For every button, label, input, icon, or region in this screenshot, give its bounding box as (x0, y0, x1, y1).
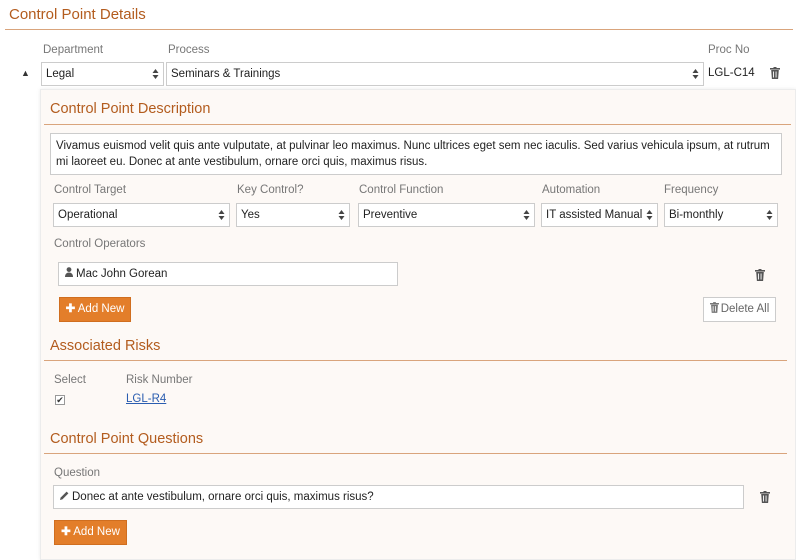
risks-divider (44, 360, 787, 361)
add-operator-button[interactable]: ✚ Add New (59, 297, 131, 322)
key-control-value: Yes (241, 209, 260, 221)
control-target-select[interactable]: Operational (53, 203, 230, 227)
automation-value: IT assisted Manual (546, 209, 643, 221)
questions-title: Control Point Questions (50, 431, 204, 447)
user-icon (65, 263, 73, 285)
delete-operator-icon[interactable] (755, 269, 765, 284)
department-select-value: Legal (46, 68, 75, 80)
operator-input[interactable]: Mac John Gorean (58, 262, 398, 286)
collapse-toggle-icon[interactable]: ▲ (21, 68, 30, 78)
delete-all-label: Delete All (720, 303, 770, 315)
risk-number-column-label: Risk Number (126, 374, 193, 386)
automation-label: Automation (542, 184, 601, 196)
control-function-label: Control Function (359, 184, 444, 196)
delete-control-point-icon[interactable] (770, 67, 780, 82)
control-target-label: Control Target (54, 184, 127, 196)
select-arrows-icon (523, 209, 530, 221)
department-label: Department (43, 44, 104, 56)
process-label: Process (168, 44, 210, 56)
add-question-label: Add New (73, 526, 120, 538)
select-arrows-icon (338, 209, 345, 221)
key-control-label: Key Control? (237, 184, 304, 196)
control-function-select[interactable]: Preventive (358, 203, 535, 227)
frequency-label: Frequency (664, 184, 719, 196)
process-select-value: Seminars & Trainings (171, 68, 281, 80)
frequency-select[interactable]: Bi-monthly (664, 203, 778, 227)
proc-no-label: Proc No (708, 44, 750, 56)
process-select[interactable]: Seminars & Trainings (166, 62, 704, 86)
description-text: Vivamus euismod velit quis ante vulputat… (56, 140, 770, 168)
select-column-label: Select (54, 374, 86, 386)
description-title: Control Point Description (50, 101, 211, 117)
page-title: Control Point Details (9, 6, 146, 23)
description-divider (44, 124, 791, 125)
key-control-select[interactable]: Yes (236, 203, 350, 227)
description-textarea[interactable]: Vivamus euismod velit quis ante vulputat… (50, 133, 782, 175)
trash-icon (709, 299, 719, 322)
frequency-value: Bi-monthly (669, 209, 724, 221)
select-arrows-icon (766, 209, 773, 221)
plus-icon: ✚ (61, 526, 71, 538)
operator-name: Mac John Gorean (76, 268, 168, 281)
pencil-icon (60, 486, 69, 508)
proc-no-value: LGL-C14 (708, 67, 755, 79)
associated-risks-title: Associated Risks (50, 338, 161, 354)
question-text: Donec at ante vestibulum, ornare orci qu… (72, 491, 374, 504)
risk-number-link[interactable]: LGL-R4 (126, 393, 166, 405)
add-question-button[interactable]: ✚ Add New (54, 520, 127, 545)
control-target-value: Operational (58, 209, 118, 221)
select-arrows-icon (218, 209, 225, 221)
plus-icon: ✚ (65, 303, 76, 315)
delete-question-icon[interactable] (760, 491, 770, 506)
question-input[interactable]: Donec at ante vestibulum, ornare orci qu… (53, 485, 744, 509)
select-arrows-icon (646, 209, 653, 221)
department-select[interactable]: Legal (41, 62, 164, 86)
questions-divider (44, 453, 787, 454)
automation-select[interactable]: IT assisted Manual (541, 203, 658, 227)
control-operators-label: Control Operators (54, 238, 146, 250)
delete-all-operators-button[interactable]: Delete All (703, 297, 776, 322)
title-divider (5, 29, 793, 30)
risk-select-checkbox[interactable]: ✔ (55, 395, 65, 405)
select-arrows-icon (152, 68, 159, 80)
question-label: Question (54, 467, 101, 479)
add-operator-label: Add New (77, 303, 125, 315)
select-arrows-icon (692, 68, 699, 80)
control-function-value: Preventive (363, 209, 418, 221)
